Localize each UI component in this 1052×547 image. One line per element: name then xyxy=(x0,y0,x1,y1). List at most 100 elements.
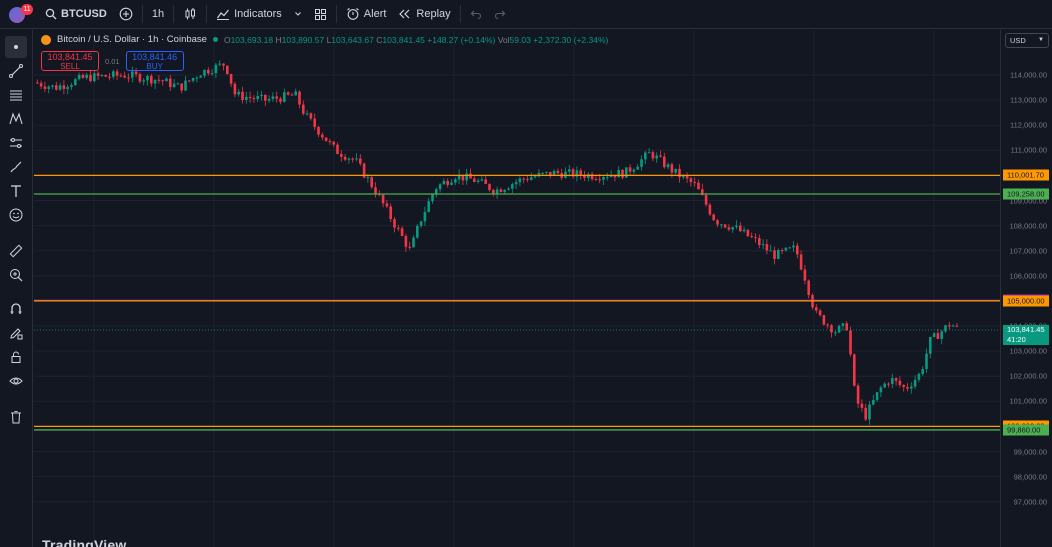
candle-body xyxy=(218,63,221,65)
candle-body xyxy=(894,378,898,381)
crosshair-tool[interactable] xyxy=(5,36,27,58)
candle-body xyxy=(932,333,936,337)
indicators-templates-dropdown[interactable] xyxy=(288,0,308,29)
candle-body xyxy=(891,378,894,384)
ruler-tool[interactable] xyxy=(5,240,27,262)
candle xyxy=(868,401,871,425)
sell-button[interactable]: 103,841.45 SELL xyxy=(41,51,99,71)
candle-body xyxy=(621,169,624,178)
candle xyxy=(184,75,187,92)
candle xyxy=(522,177,525,184)
text-tool[interactable] xyxy=(5,180,27,202)
candle xyxy=(279,96,282,105)
compare-symbol-button[interactable] xyxy=(113,0,139,29)
candle xyxy=(180,83,183,94)
symbol-search-button[interactable]: BTCUSD xyxy=(39,0,113,29)
interval-button[interactable]: 1h xyxy=(146,0,170,29)
lock-drawings[interactable] xyxy=(5,346,27,368)
candle-body xyxy=(499,189,503,193)
candle xyxy=(142,78,145,86)
candle xyxy=(689,176,693,187)
candle-body xyxy=(142,80,145,82)
candle xyxy=(883,382,886,389)
price-level-tag: 109,258.00 xyxy=(1003,188,1049,200)
candle-body xyxy=(545,171,548,173)
candle xyxy=(93,70,96,83)
prediction-tool[interactable] xyxy=(5,132,27,154)
symbol-legend: Bitcoin / U.S. Dollar · 1h · Coinbase O1… xyxy=(41,34,608,45)
buy-button[interactable]: 103,841.46 BUY xyxy=(125,51,184,71)
price-tick: 112,000.00 xyxy=(1010,120,1047,130)
candle xyxy=(176,82,180,85)
pencil-lock-icon xyxy=(10,328,23,340)
candle xyxy=(837,324,841,334)
magnet-tool[interactable] xyxy=(5,298,27,320)
price-chart[interactable] xyxy=(34,30,1000,547)
layout-button[interactable] xyxy=(308,0,333,29)
remove-drawings[interactable] xyxy=(5,406,27,428)
volume-value: 59.03 xyxy=(509,34,531,45)
indicators-button[interactable]: Indicators xyxy=(210,0,288,29)
candlestick-series xyxy=(36,60,959,425)
candle-body xyxy=(511,184,514,189)
candle-body xyxy=(693,182,696,184)
dot-cursor-icon xyxy=(14,45,18,49)
candle xyxy=(347,157,351,164)
replay-button[interactable]: Replay xyxy=(392,0,456,29)
candle-body xyxy=(419,221,423,226)
candle xyxy=(758,234,761,249)
brush-tool[interactable] xyxy=(5,156,27,178)
candle xyxy=(723,223,727,229)
candle xyxy=(754,233,757,243)
candle-body xyxy=(594,179,598,181)
candle-body xyxy=(226,65,229,74)
candle-body xyxy=(522,178,525,180)
currency-selector[interactable]: USD ▼ xyxy=(1005,33,1049,48)
candle xyxy=(887,382,890,388)
pattern-tool[interactable] xyxy=(5,108,27,130)
brush-icon xyxy=(10,161,22,173)
candle xyxy=(579,168,582,180)
candle xyxy=(632,168,636,175)
undo-button[interactable] xyxy=(464,0,488,29)
candle-body xyxy=(507,188,510,190)
chart-pane[interactable]: Bitcoin / U.S. Dollar · 1h · Coinbase O1… xyxy=(34,30,1000,547)
price-scale[interactable]: USD ▼ 114,000.00 113,000.00 112,000.00 111,… xyxy=(1000,30,1052,547)
candle-body xyxy=(172,83,176,88)
toolbar-divider xyxy=(173,5,175,23)
candle xyxy=(894,377,898,386)
candle-body xyxy=(936,333,940,340)
candle-body xyxy=(381,194,385,204)
candle xyxy=(290,92,294,96)
candle-body xyxy=(150,75,153,84)
user-avatar[interactable]: 11 xyxy=(7,3,33,25)
bar-countdown: 41:20 xyxy=(1007,334,1026,344)
candle-body xyxy=(837,325,841,333)
candle-body xyxy=(359,158,362,164)
candle-body xyxy=(853,354,856,386)
candle-body xyxy=(807,280,810,295)
candle-body xyxy=(427,201,430,213)
stay-in-drawing-mode[interactable] xyxy=(5,322,27,344)
alert-button[interactable]: Alert xyxy=(340,0,393,29)
candle-body xyxy=(541,172,544,174)
zoom-tool[interactable] xyxy=(5,264,27,286)
fib-retracement-tool[interactable] xyxy=(5,84,27,106)
candle-body xyxy=(214,64,218,74)
candle-body xyxy=(180,83,183,91)
chart-type-button[interactable] xyxy=(177,0,203,29)
candle-body xyxy=(393,219,396,228)
candle-body xyxy=(157,79,161,81)
candle xyxy=(511,182,514,194)
candle-body xyxy=(389,206,392,220)
candle-body xyxy=(423,212,427,222)
sell-label: SELL xyxy=(60,62,80,71)
hide-drawings[interactable] xyxy=(5,370,27,392)
candle xyxy=(773,246,776,265)
redo-button[interactable] xyxy=(488,0,512,29)
candle-body xyxy=(39,83,43,87)
icon-tool[interactable] xyxy=(5,204,27,226)
trend-line-tool[interactable] xyxy=(5,60,27,82)
candle xyxy=(898,376,902,388)
candle xyxy=(594,176,598,181)
